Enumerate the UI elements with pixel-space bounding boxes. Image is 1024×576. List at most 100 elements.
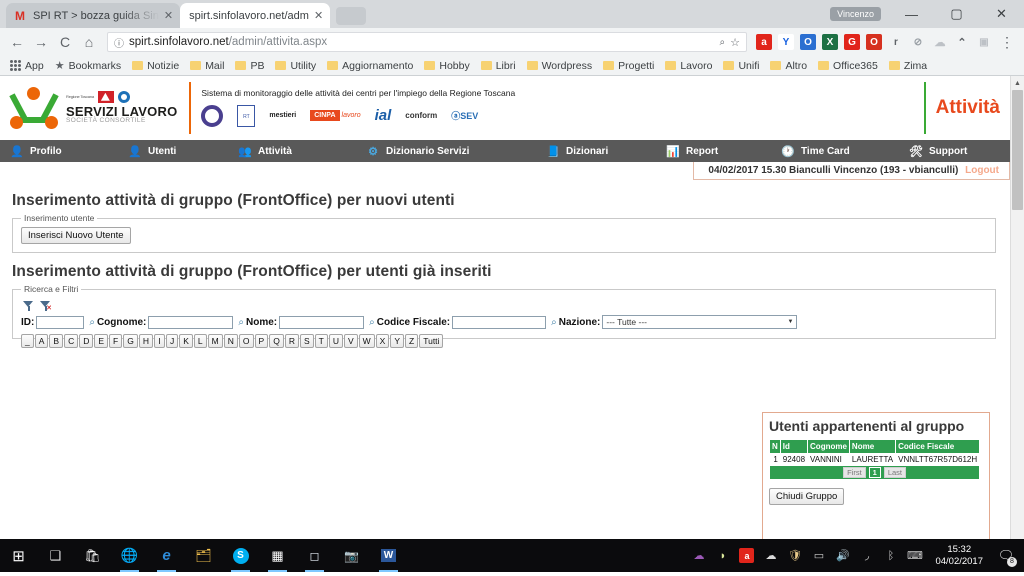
alpha-btn-q[interactable]: Q bbox=[269, 334, 284, 349]
avira-extension-icon[interactable]: a bbox=[756, 34, 772, 50]
close-window-button[interactable]: ✕ bbox=[979, 0, 1024, 28]
nav-item-utenti[interactable]: 👤 Utenti bbox=[118, 144, 228, 158]
grammar-extension-icon[interactable]: G bbox=[844, 34, 860, 50]
search-icon[interactable]: ⌕ bbox=[369, 317, 375, 328]
chiudi-gruppo-button[interactable]: Chiudi Gruppo bbox=[769, 488, 845, 506]
inserisci-nuovo-utente-button[interactable]: Inserisci Nuovo Utente bbox=[21, 227, 131, 245]
alpha-btn-tutti[interactable]: Tutti bbox=[419, 334, 444, 349]
bookmark-bookmarks[interactable]: ★ Bookmarks bbox=[51, 59, 125, 73]
codice-fiscale-input[interactable] bbox=[452, 315, 547, 329]
shield-icon[interactable]: ◗ bbox=[715, 548, 730, 563]
bluetooth-icon[interactable]: ᛒ bbox=[883, 548, 898, 563]
col-cognome[interactable]: Cognome bbox=[807, 439, 850, 454]
user-profile-chip[interactable]: Vincenzo bbox=[830, 7, 881, 21]
browser-tab-2[interactable]: spirt.sinfolavoro.net/adm ✕ bbox=[180, 3, 331, 28]
bookmark-altro[interactable]: Altro bbox=[766, 60, 811, 72]
close-icon[interactable]: ✕ bbox=[164, 9, 173, 22]
bookmark-lavoro[interactable]: Lavoro bbox=[661, 60, 716, 72]
browser-tab-1[interactable]: SPI RT > bozza guida Sin ✕ bbox=[6, 3, 181, 28]
alpha-btn-n[interactable]: N bbox=[223, 334, 238, 349]
cloud-icon[interactable]: ☁ bbox=[763, 548, 778, 563]
alpha-btn-k[interactable]: K bbox=[179, 334, 193, 349]
word-icon[interactable]: W bbox=[370, 539, 407, 572]
bookmark-libri[interactable]: Libri bbox=[477, 60, 520, 72]
alpha-btn-l[interactable]: L bbox=[193, 334, 207, 349]
excel-extension-icon[interactable]: X bbox=[822, 34, 838, 50]
id-input[interactable] bbox=[36, 315, 85, 329]
edge-icon[interactable]: e bbox=[148, 539, 185, 572]
alpha-btn-s[interactable]: S bbox=[299, 334, 314, 349]
alpha-btn-g[interactable]: G bbox=[123, 334, 138, 349]
back-icon[interactable]: ← bbox=[6, 31, 28, 53]
alpha-btn-u[interactable]: U bbox=[328, 334, 343, 349]
bookmark-unifi[interactable]: Unifi bbox=[719, 60, 763, 72]
store-icon[interactable]: 🛍 bbox=[74, 539, 111, 572]
chrome-icon[interactable]: 🌐 bbox=[111, 539, 148, 572]
col-codice-fiscale[interactable]: Codice Fiscale bbox=[895, 439, 981, 454]
alpha-btn-i[interactable]: I bbox=[154, 334, 165, 349]
yandex-extension-icon[interactable]: Y bbox=[778, 34, 794, 50]
page-scrollbar[interactable]: ▲ bbox=[1010, 76, 1024, 539]
notification-center-icon[interactable]: 🗨 8 bbox=[996, 547, 1017, 567]
alpha-btn-f[interactable]: F bbox=[109, 334, 123, 349]
pager-first[interactable]: First bbox=[843, 467, 866, 478]
nome-input[interactable] bbox=[279, 315, 365, 329]
bookmark-zima[interactable]: Zima bbox=[885, 60, 931, 72]
address-bar[interactable]: ⓘ spirt.sinfolavoro.net/admin/attivita.a… bbox=[107, 32, 747, 52]
search-icon[interactable]: ⌕ bbox=[238, 317, 244, 328]
col-id[interactable]: Id bbox=[779, 439, 809, 454]
bookmark-utility[interactable]: Utility bbox=[271, 60, 320, 72]
site-logo[interactable]: Regione Toscana SERVIZI LAVORO SOCIETÀ C… bbox=[9, 87, 189, 129]
alpha-btn-d[interactable]: D bbox=[79, 334, 94, 349]
home-icon[interactable]: ⌂ bbox=[78, 31, 100, 53]
nav-item-profilo[interactable]: 👤 Profilo bbox=[0, 144, 118, 158]
nav-item-dizionario-servizi[interactable]: ⚙ Dizionario Servizi bbox=[356, 144, 536, 158]
maximize-button[interactable]: ▢ bbox=[934, 0, 979, 28]
alpha-btn-z[interactable]: Z bbox=[405, 334, 419, 349]
close-icon[interactable]: ✕ bbox=[314, 9, 323, 22]
bookmark-mail[interactable]: Mail bbox=[186, 60, 228, 72]
window-extension-icon[interactable]: ▣ bbox=[976, 34, 992, 50]
alpha-btn-p[interactable]: P bbox=[254, 334, 269, 349]
opera-extension-icon[interactable]: O bbox=[866, 34, 882, 50]
col-n[interactable]: N bbox=[769, 439, 781, 454]
search-icon[interactable]: ⌕ bbox=[89, 317, 95, 328]
bookmark-hobby[interactable]: Hobby bbox=[420, 60, 473, 72]
alpha-btn-w[interactable]: W bbox=[358, 334, 375, 349]
nazione-select[interactable]: --- Tutte --- ▼ bbox=[602, 315, 798, 329]
pager-last[interactable]: Last bbox=[883, 467, 907, 478]
onedrive-blocked-icon[interactable]: ☁ bbox=[691, 548, 706, 563]
r-extension-icon[interactable]: r bbox=[888, 34, 904, 50]
nav-item-attivita[interactable]: 👥 Attività bbox=[228, 144, 356, 158]
nav-item-dizionari[interactable]: 📘 Dizionari bbox=[536, 144, 656, 158]
new-tab-button[interactable] bbox=[336, 7, 367, 25]
security-icon[interactable]: 🛡 bbox=[787, 548, 802, 563]
bookmark-star-icon[interactable]: ☆ bbox=[730, 36, 740, 49]
office-extension-icon[interactable]: O bbox=[800, 34, 816, 50]
bookmark-aggiornamento[interactable]: Aggiornamento bbox=[323, 60, 417, 72]
forward-icon[interactable]: → bbox=[30, 31, 52, 53]
nav-item-support[interactable]: 🛠 Support bbox=[899, 144, 977, 158]
volume-icon[interactable]: 🔊 bbox=[835, 548, 850, 563]
wifi-icon[interactable]: ◞ bbox=[859, 548, 874, 563]
alpha-btn-y[interactable]: Y bbox=[390, 334, 405, 349]
calculator-icon[interactable]: ▦ bbox=[259, 539, 296, 572]
bookmark-app[interactable]: App bbox=[6, 60, 48, 72]
bookmark-office365[interactable]: Office365 bbox=[814, 60, 882, 72]
alpha-btn-c[interactable]: C bbox=[64, 334, 79, 349]
alpha-btn-t[interactable]: T bbox=[314, 334, 328, 349]
scroll-up-icon[interactable]: ▲ bbox=[1011, 76, 1024, 90]
cloud-extension-icon[interactable]: ☁ bbox=[932, 34, 948, 50]
search-icon[interactable]: ⌕ bbox=[720, 37, 726, 48]
battery-icon[interactable]: ▭ bbox=[811, 548, 826, 563]
adblock-extension-icon[interactable]: ⊘ bbox=[910, 34, 926, 50]
avira-icon[interactable]: a bbox=[739, 548, 755, 563]
col-nome[interactable]: Nome bbox=[848, 439, 897, 454]
pager-current-page[interactable]: 1 bbox=[868, 467, 881, 478]
taskbar-clock[interactable]: 15:32 04/02/2017 bbox=[931, 544, 987, 568]
notes-icon[interactable]: ◻ bbox=[296, 539, 333, 572]
alpha-btn-underscore[interactable]: _ bbox=[21, 334, 34, 349]
chrome-menu-icon[interactable]: ⋮ bbox=[996, 31, 1018, 53]
alpha-btn-b[interactable]: B bbox=[49, 334, 64, 349]
scrollbar-thumb[interactable] bbox=[1012, 90, 1023, 210]
